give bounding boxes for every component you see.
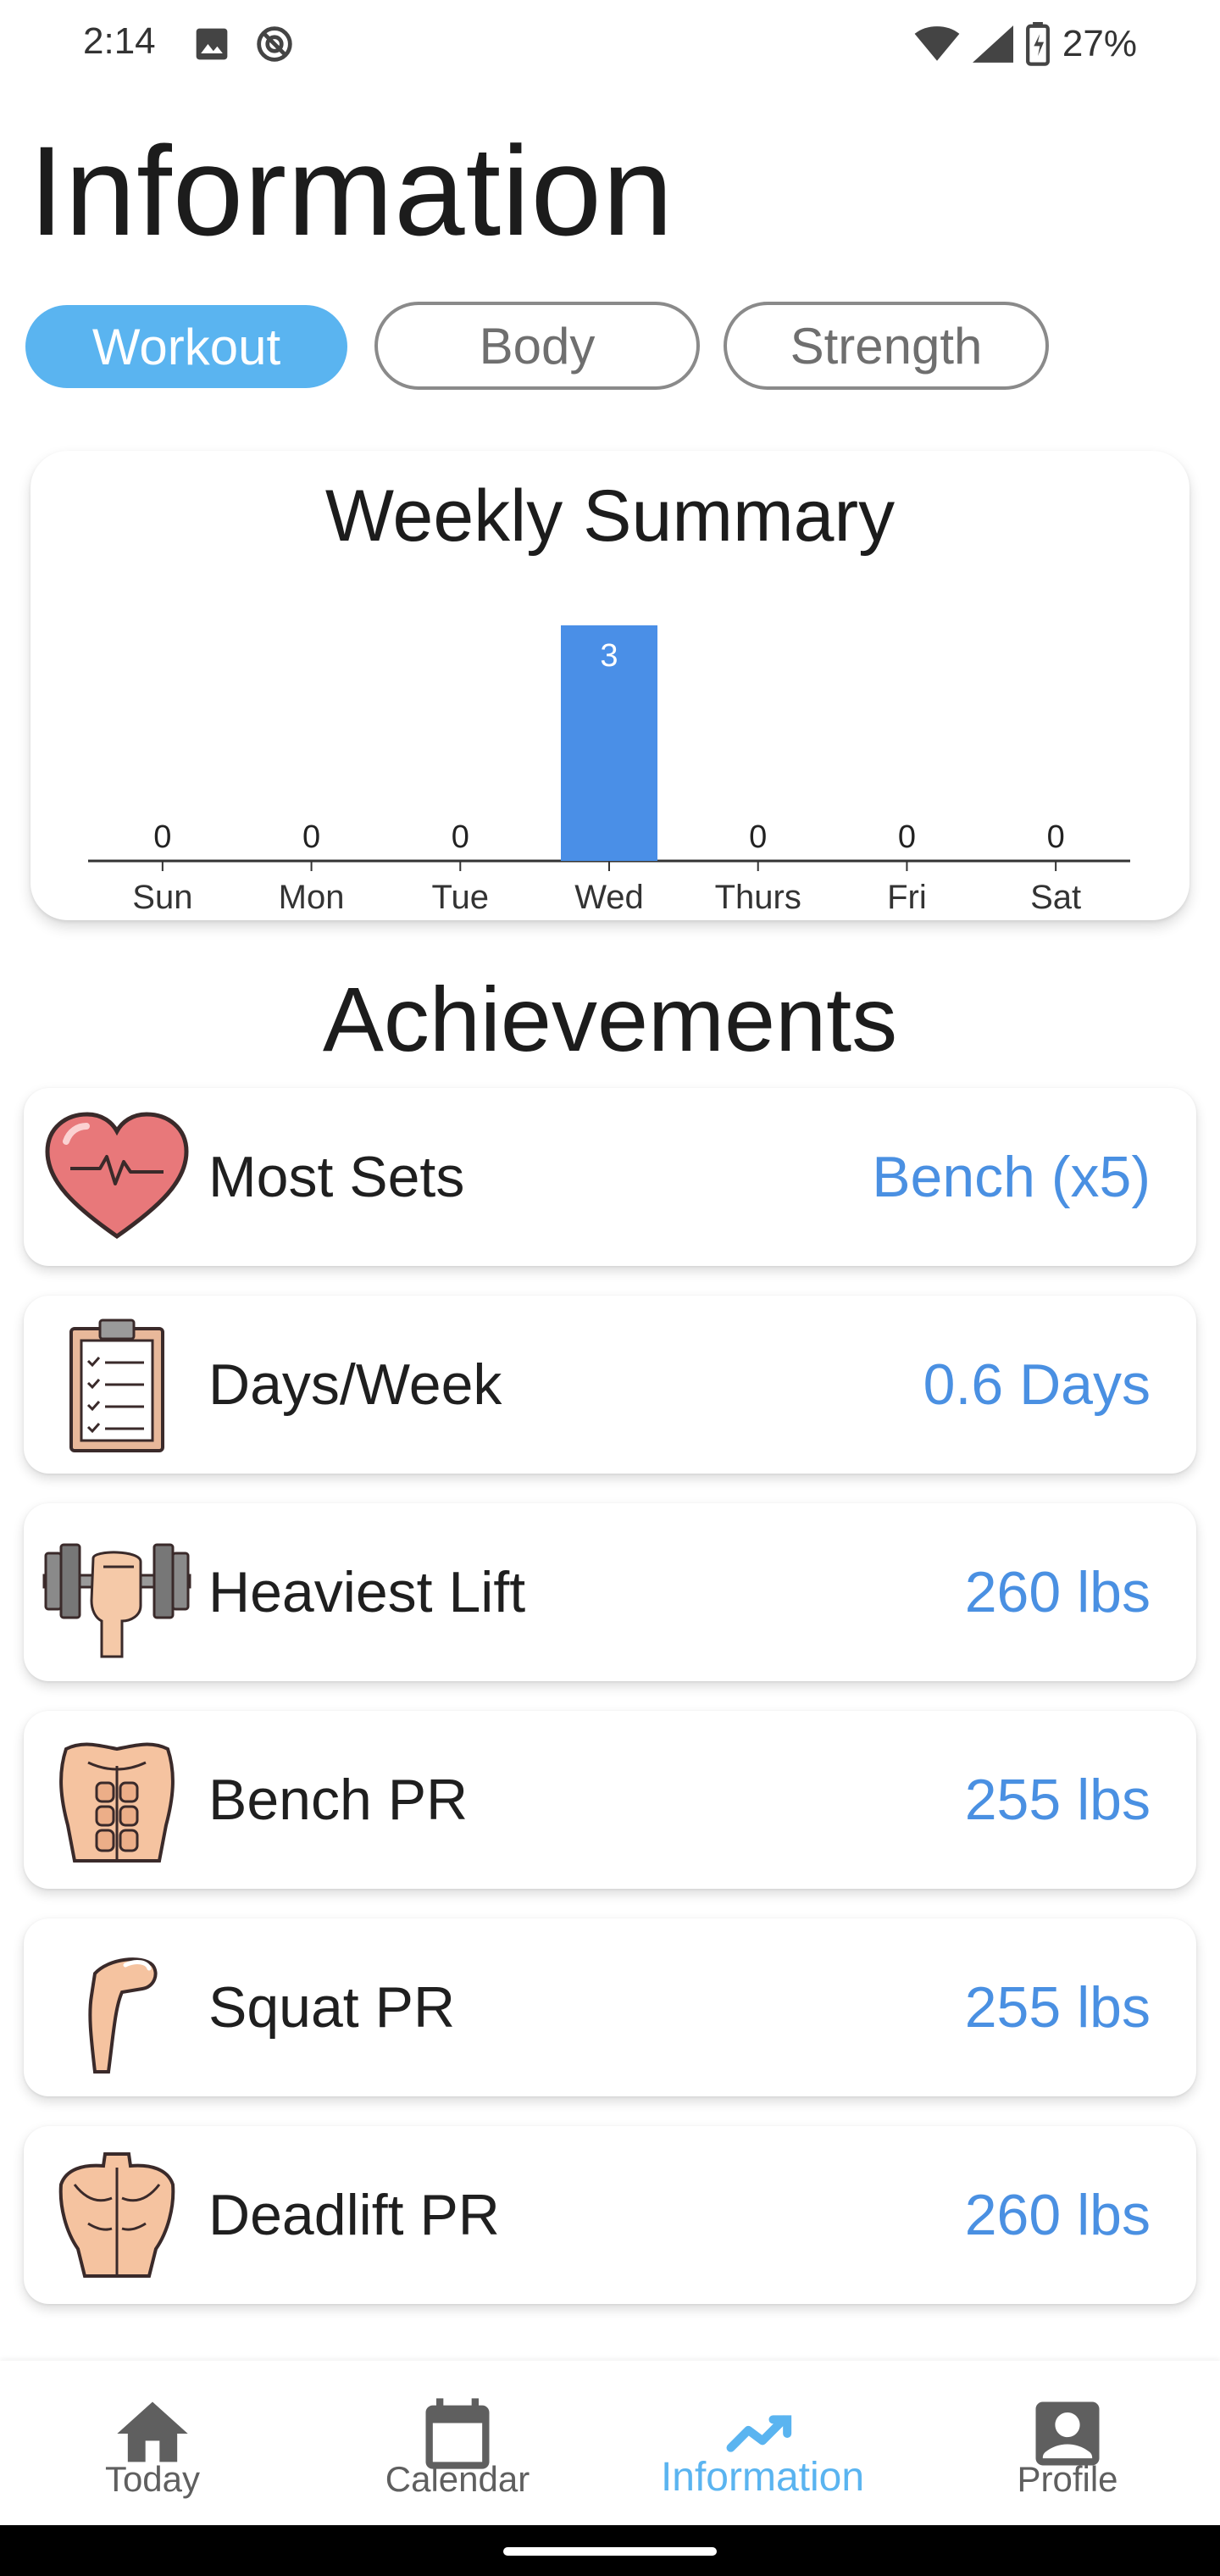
heart-icon: [45, 1112, 189, 1240]
nav-label: Information: [660, 2455, 865, 2500]
achievement-days-week[interactable]: Days/Week 0.6 Days: [24, 1296, 1196, 1474]
tab-body[interactable]: Body: [374, 302, 700, 390]
tab-workout[interactable]: Workout: [25, 305, 347, 388]
achievement-label: Squat PR: [208, 1975, 456, 2040]
dumbbell-icon: [42, 1543, 191, 1658]
tick-label: Sun: [132, 879, 192, 916]
bottom-nav: Today Calendar Information Profile: [0, 2361, 1220, 2525]
abs-icon: [59, 1742, 175, 1863]
data-label: 3: [600, 638, 618, 674]
achievement-deadlift-pr[interactable]: Deadlift PR 260 lbs: [24, 2126, 1196, 2304]
achievement-heaviest-lift[interactable]: Heaviest Lift 260 lbs: [24, 1503, 1196, 1681]
nav-label: Calendar: [385, 2459, 530, 2499]
achievement-most-sets[interactable]: Most Sets Bench (x5): [24, 1088, 1196, 1266]
weekly-bar-chart: 0 Sun 0 Mon 0 Tue 3 Wed 0 Thurs 0 Fri 0 Sat: [88, 625, 1130, 916]
segment-tabs: Workout Body Strength: [25, 302, 1212, 390]
achievement-squat-pr[interactable]: Squat PR 255 lbs: [24, 1918, 1196, 2096]
do-not-disturb-icon: [257, 26, 292, 62]
tab-strength[interactable]: Strength: [724, 302, 1049, 390]
achievement-bench-pr[interactable]: Bench PR 255 lbs: [24, 1711, 1196, 1889]
tick-label: Mon: [279, 879, 345, 916]
wifi-icon: [914, 26, 960, 61]
data-label: 0: [749, 819, 767, 855]
achievement-value: Bench (x5): [872, 1145, 1151, 1209]
tick-label: Tue: [432, 879, 489, 916]
achievement-value: 260 lbs: [964, 1560, 1151, 1624]
tick-label: Fri: [887, 879, 927, 916]
nav-today[interactable]: Today: [0, 2361, 305, 2525]
data-label: 0: [452, 819, 469, 855]
status-right: 27%: [913, 19, 1137, 69]
battery-percent: 27%: [1062, 23, 1137, 64]
status-time: 2:14: [83, 20, 156, 62]
achievement-value: 255 lbs: [964, 1768, 1151, 1832]
image-icon: [196, 28, 228, 60]
nav-profile[interactable]: Profile: [915, 2361, 1220, 2525]
data-label: 0: [153, 819, 171, 855]
nav-calendar[interactable]: Calendar: [305, 2361, 610, 2525]
weekly-summary-card: Weekly Summary 0 Sun 0 Mon 0 Tue 3 Wed 0 Thurs 0 Fr…: [30, 451, 1190, 920]
achievement-label: Most Sets: [208, 1145, 465, 1209]
leg-icon: [88, 1957, 158, 2074]
tick-label: Wed: [574, 879, 644, 916]
data-label: 0: [1047, 819, 1065, 855]
tick-label: Sat: [1030, 879, 1081, 916]
achievement-value: 0.6 Days: [923, 1352, 1151, 1417]
data-label: 0: [898, 819, 916, 855]
achievement-value: 260 lbs: [964, 2183, 1151, 2247]
nav-label: Today: [104, 2459, 201, 2499]
battery-icon: [1025, 22, 1050, 66]
achievement-label: Days/Week: [208, 1352, 502, 1417]
data-label: 0: [302, 819, 320, 855]
nav-label: Profile: [1017, 2459, 1118, 2499]
page-title: Information: [29, 119, 674, 262]
gesture-bar: [0, 2525, 1220, 2576]
achievements-title: Achievements: [322, 968, 898, 1070]
achievement-label: Heaviest Lift: [208, 1560, 526, 1624]
back-muscle-icon: [58, 2152, 175, 2278]
status-bar: 2:14 27%: [0, 0, 1220, 88]
clipboard-icon: [69, 1319, 164, 1452]
cell-signal-icon: [972, 25, 1013, 63]
gesture-handle[interactable]: [503, 2547, 717, 2556]
tick-label: Thurs: [715, 879, 801, 916]
nav-information[interactable]: Information: [610, 2361, 915, 2525]
achievement-label: Bench PR: [208, 1768, 469, 1832]
achievement-label: Deadlift PR: [208, 2183, 500, 2247]
achievement-value: 255 lbs: [964, 1975, 1151, 2040]
